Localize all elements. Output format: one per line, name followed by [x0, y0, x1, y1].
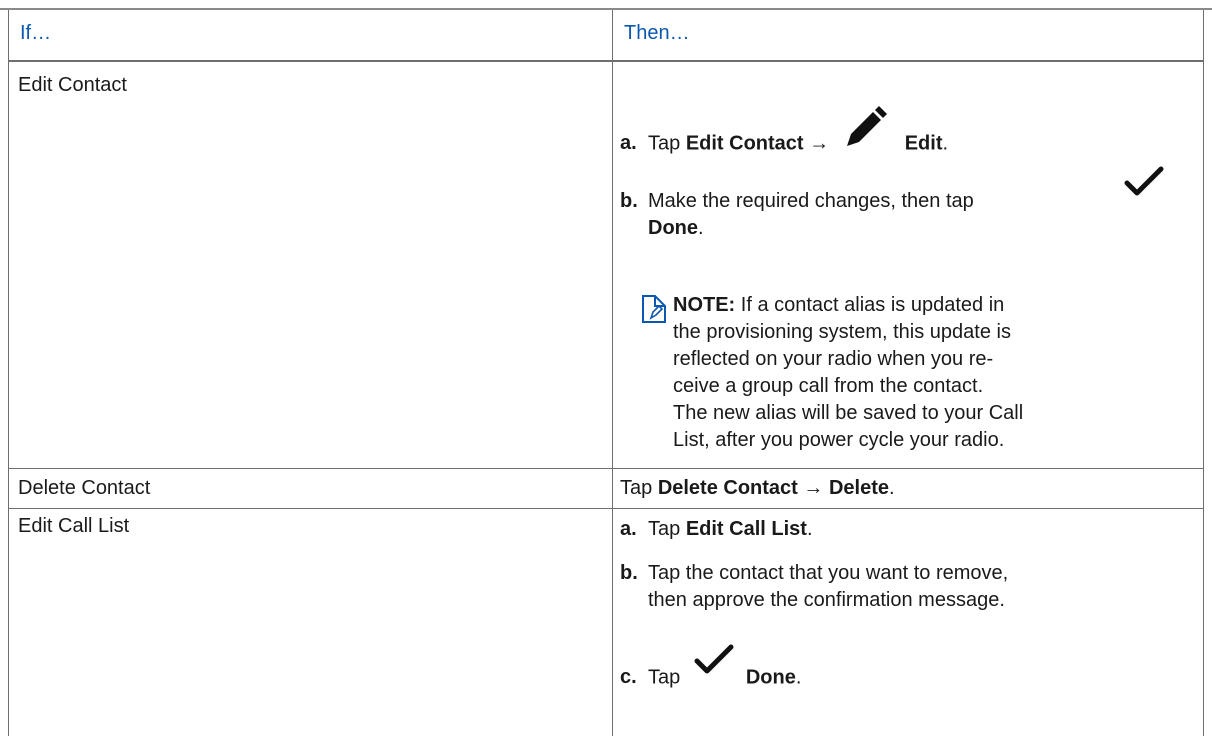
note-label: NOTE:: [673, 294, 736, 316]
delete-contact-term: Delete Contact: [657, 477, 798, 499]
checkmark-icon: [694, 644, 734, 692]
row-if-delete-contact: Delete Contact: [18, 477, 151, 499]
row-if-edit-contact: Edit Contact: [18, 74, 127, 96]
row-divider: [8, 508, 1204, 509]
edit-contact-term: Edit Contact: [685, 132, 804, 155]
options-table: If… Then… Edit Contact a. Tap Edit Contac…: [0, 8, 1212, 736]
header-then: Then…: [624, 22, 690, 44]
step-edit-call-list-b: b. Tap the contact that you want to remov…: [620, 562, 1009, 611]
step-letter: b.: [620, 190, 638, 212]
step-edit-contact-b: b. Make the required changes, then tap Do…: [620, 166, 1164, 242]
step-edit-call-list-a: a. Tap Edit Call List.: [620, 516, 813, 543]
step-delete-contact: Tap Delete Contact → Delete.: [620, 477, 895, 499]
column-divider: [612, 10, 613, 736]
pencil-icon: [843, 106, 887, 166]
row-divider: [8, 468, 1204, 469]
done-term: Done: [745, 666, 796, 689]
step-edit-call-list-c: c. Tap Done.: [620, 644, 801, 698]
table-right-border: [1203, 10, 1204, 736]
header-divider: [8, 60, 1204, 62]
checkmark-icon: [1124, 166, 1164, 206]
step-edit-contact-a: a. Tap Edit Contact → Edit.: [620, 106, 948, 158]
edit-call-list-term: Edit Call List: [685, 518, 807, 540]
row-if-edit-call-list: Edit Call List: [18, 515, 130, 537]
step-letter: a.: [620, 132, 637, 155]
delete-term: Delete: [828, 477, 889, 499]
note-icon: [641, 294, 667, 332]
step-letter: c.: [620, 666, 637, 689]
step-letter: a.: [620, 518, 637, 540]
header-if: If…: [20, 22, 52, 44]
done-term: Done: [648, 217, 698, 239]
table-left-border: [8, 10, 9, 736]
edit-term: Edit: [904, 132, 943, 155]
note-text: NOTE: If a contact alias is updated in t…: [673, 294, 1024, 451]
step-letter: b.: [620, 562, 638, 584]
